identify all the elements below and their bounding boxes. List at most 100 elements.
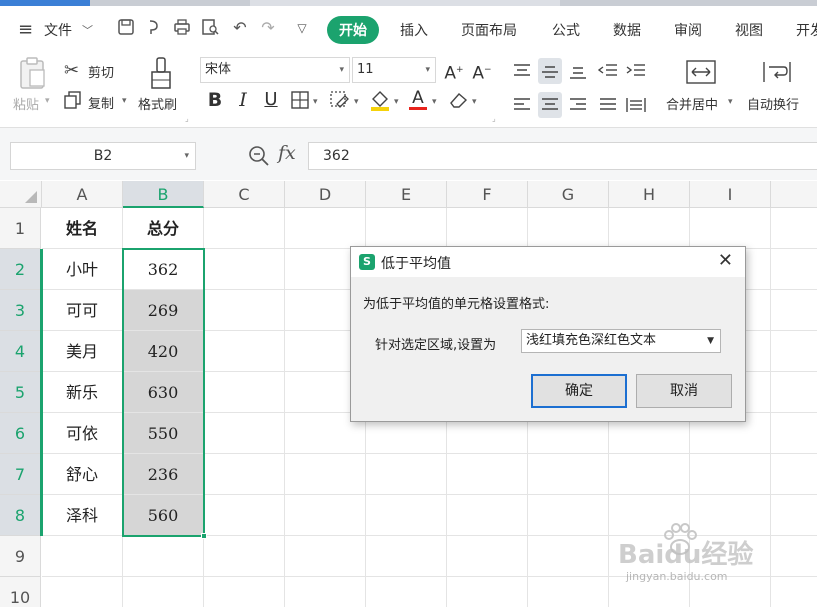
cell-a4[interactable]: 美月 bbox=[42, 331, 123, 372]
dialog-title-bar[interactable]: S 低于平均值 ✕ bbox=[351, 247, 745, 277]
chevron-down-icon[interactable]: ﹀ bbox=[82, 22, 93, 38]
cell-a7[interactable]: 舒心 bbox=[42, 454, 123, 495]
formula-input[interactable]: 362 bbox=[308, 142, 817, 170]
copy-icon[interactable] bbox=[64, 91, 82, 113]
group-launcher-icon[interactable]: ⌟ bbox=[185, 114, 189, 123]
tab-formulas[interactable]: 公式 bbox=[552, 20, 580, 40]
format-painter-icon[interactable] bbox=[148, 56, 174, 94]
chevron-down-icon[interactable]: ▾ bbox=[472, 97, 477, 107]
print-preview-icon[interactable] bbox=[200, 18, 220, 38]
print-icon[interactable] bbox=[172, 18, 192, 38]
cell-b1[interactable]: 总分 bbox=[123, 208, 204, 249]
font-color-icon[interactable]: A bbox=[406, 87, 430, 113]
close-icon[interactable]: ✕ bbox=[718, 250, 733, 271]
cell-style-icon[interactable] bbox=[328, 87, 352, 113]
row-header-6[interactable]: 6 bbox=[0, 413, 41, 454]
fill-handle[interactable] bbox=[201, 533, 207, 539]
column-header-i[interactable]: I bbox=[690, 181, 771, 208]
column-header-a[interactable]: A bbox=[42, 181, 123, 208]
clear-format-icon[interactable] bbox=[447, 87, 471, 113]
row-header-3[interactable]: 3 bbox=[0, 290, 41, 331]
cell-a6[interactable]: 可依 bbox=[42, 413, 123, 454]
chevron-down-icon[interactable]: ▾ bbox=[432, 97, 437, 107]
column-header-h[interactable]: H bbox=[609, 181, 690, 208]
column-header-b[interactable]: B bbox=[123, 181, 204, 208]
export-pdf-icon[interactable] bbox=[144, 18, 164, 38]
save-icon[interactable] bbox=[116, 18, 136, 38]
ok-button[interactable]: 确定 bbox=[531, 374, 627, 408]
cancel-button[interactable]: 取消 bbox=[636, 374, 732, 408]
column-header-c[interactable]: C bbox=[204, 181, 285, 208]
row-header-2[interactable]: 2 bbox=[0, 249, 41, 290]
distributed-align-icon[interactable] bbox=[624, 92, 648, 118]
scissors-icon[interactable]: ✂ bbox=[64, 60, 79, 81]
cut-button[interactable]: 剪切 bbox=[88, 62, 114, 81]
chevron-down-icon[interactable]: ▾ bbox=[313, 97, 318, 107]
row-header-7[interactable]: 7 bbox=[0, 454, 41, 495]
align-top-icon[interactable] bbox=[510, 58, 534, 84]
tab-data[interactable]: 数据 bbox=[613, 20, 641, 40]
align-center-icon[interactable] bbox=[538, 92, 562, 118]
cell-a5[interactable]: 新乐 bbox=[42, 372, 123, 413]
format-option-select[interactable]: 浅红填充色深红色文本 ▼ bbox=[521, 329, 721, 353]
wrap-text-button[interactable]: 自动换行 bbox=[747, 94, 799, 113]
zoom-search-icon[interactable] bbox=[248, 145, 270, 171]
tab-review[interactable]: 审阅 bbox=[674, 20, 702, 40]
column-header-d[interactable]: D bbox=[285, 181, 366, 208]
tab-page-layout[interactable]: 页面布局 bbox=[461, 20, 517, 40]
row-header-4[interactable]: 4 bbox=[0, 331, 41, 372]
font-name-select[interactable]: 宋体 ▾ bbox=[200, 57, 350, 83]
font-size-select[interactable]: 11 ▾ bbox=[352, 57, 436, 83]
row-header-9[interactable]: 9 bbox=[0, 536, 41, 577]
file-menu[interactable]: 文件 bbox=[44, 20, 72, 40]
chevron-down-icon[interactable]: ▾ bbox=[45, 96, 50, 106]
decrease-indent-icon[interactable] bbox=[596, 58, 620, 84]
tab-insert[interactable]: 插入 bbox=[400, 20, 428, 40]
tab-view[interactable]: 视图 bbox=[735, 20, 763, 40]
bold-icon[interactable]: B bbox=[203, 87, 227, 113]
justify-icon[interactable] bbox=[596, 92, 620, 118]
chevron-down-icon[interactable]: ▾ bbox=[394, 97, 399, 107]
copy-button[interactable]: 复制 bbox=[88, 93, 114, 112]
chevron-down-icon[interactable]: ▾ bbox=[122, 96, 127, 106]
wrap-text-icon[interactable] bbox=[762, 60, 792, 88]
borders-icon[interactable] bbox=[288, 87, 312, 113]
chevron-down-icon[interactable]: ▾ bbox=[184, 143, 189, 169]
align-right-icon[interactable] bbox=[566, 92, 590, 118]
group-launcher-icon[interactable]: ⌟ bbox=[492, 114, 496, 123]
name-box[interactable]: B2 ▾ bbox=[10, 142, 196, 170]
decrease-font-size-icon[interactable]: A− bbox=[470, 57, 494, 84]
align-left-icon[interactable] bbox=[510, 92, 534, 118]
chevron-down-icon[interactable]: ▾ bbox=[728, 97, 733, 107]
fill-color-icon[interactable] bbox=[368, 87, 392, 113]
tab-developer[interactable]: 开发 bbox=[796, 20, 817, 40]
format-painter-button[interactable]: 格式刷 bbox=[138, 94, 177, 113]
row-header-8[interactable]: 8 bbox=[0, 495, 41, 536]
select-all-corner[interactable] bbox=[0, 181, 42, 208]
increase-font-size-icon[interactable]: A+ bbox=[442, 57, 466, 84]
cell-a2[interactable]: 小叶 bbox=[42, 249, 123, 290]
insert-function-button[interactable]: fx bbox=[278, 142, 296, 164]
column-header-f[interactable]: F bbox=[447, 181, 528, 208]
italic-icon[interactable]: I bbox=[231, 87, 255, 113]
row-header-10[interactable]: 10 bbox=[0, 577, 41, 607]
cell-a3[interactable]: 可可 bbox=[42, 290, 123, 331]
row-header-5[interactable]: 5 bbox=[0, 372, 41, 413]
column-header-j[interactable] bbox=[771, 181, 817, 208]
redo-icon[interactable]: ↷ bbox=[258, 18, 278, 38]
hamburger-menu-icon[interactable]: ≡ bbox=[18, 19, 33, 40]
merge-center-icon[interactable] bbox=[686, 60, 716, 88]
underline-icon[interactable]: U bbox=[259, 87, 283, 113]
align-bottom-icon[interactable] bbox=[566, 58, 590, 84]
chevron-down-icon[interactable]: ▾ bbox=[354, 97, 359, 107]
increase-indent-icon[interactable] bbox=[624, 58, 648, 84]
tab-home[interactable]: 开始 bbox=[327, 16, 379, 44]
column-header-e[interactable]: E bbox=[366, 181, 447, 208]
row-header-1[interactable]: 1 bbox=[0, 208, 41, 249]
merge-center-button[interactable]: 合并居中 bbox=[666, 94, 718, 113]
cell-a1[interactable]: 姓名 bbox=[42, 208, 123, 249]
align-middle-icon[interactable] bbox=[538, 58, 562, 84]
column-header-g[interactable]: G bbox=[528, 181, 609, 208]
paste-button[interactable] bbox=[18, 56, 48, 94]
customize-toolbar-icon[interactable]: ▽ bbox=[292, 18, 312, 38]
